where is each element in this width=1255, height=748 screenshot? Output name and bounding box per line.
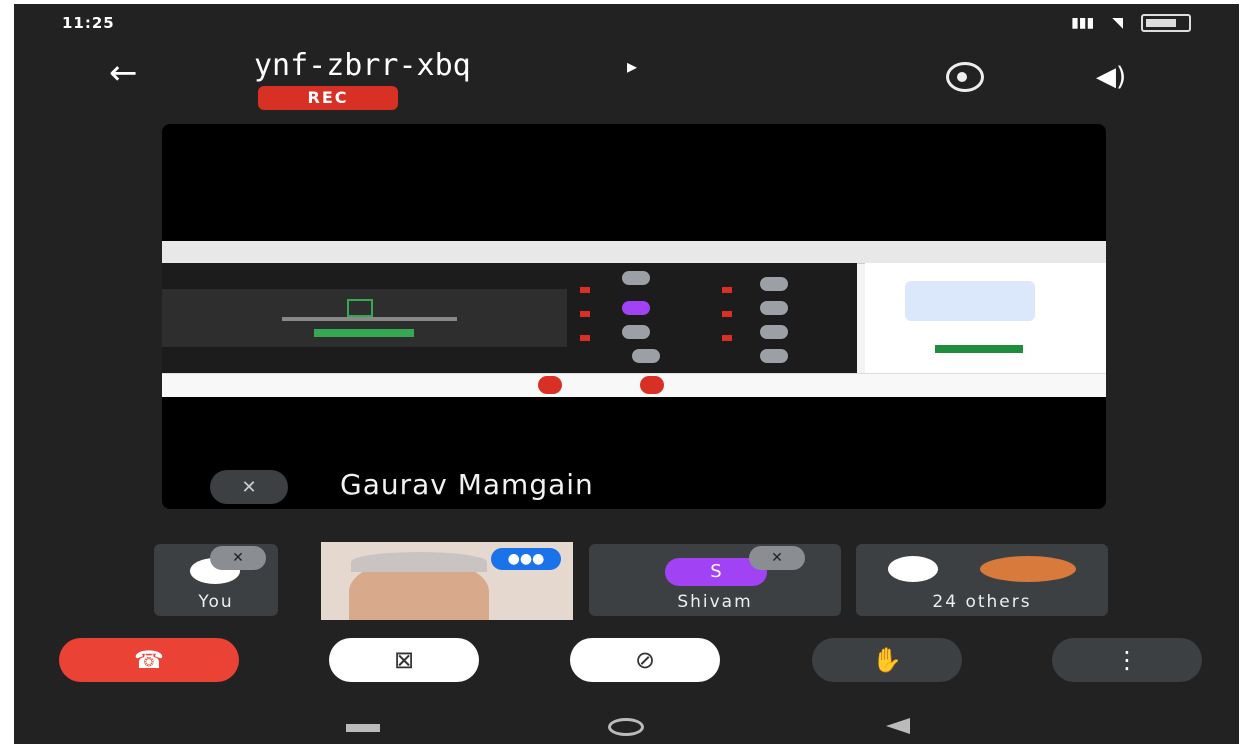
present-icon xyxy=(347,299,373,317)
shared-participant-avatar xyxy=(632,349,660,363)
frame: 11:25 ▮▮▮ ◥ ← ynf-zbrr-xbq ▸ REC ◀) ✕ Ga… xyxy=(0,0,1255,748)
mic-off-icon: ✕ xyxy=(210,546,266,570)
shared-present-panel xyxy=(162,289,567,347)
participant-label: 24 others xyxy=(932,592,1032,612)
mic-off-icon: ✕ xyxy=(749,546,805,570)
shared-mute-dot xyxy=(722,335,732,341)
avatar xyxy=(980,556,1076,582)
caret-right-icon[interactable]: ▸ xyxy=(627,54,637,78)
shared-end-call-dot xyxy=(640,376,664,394)
mic-off-icon: ⊘ xyxy=(634,646,656,674)
shared-participant-avatar xyxy=(622,271,650,285)
participant-hair xyxy=(351,552,487,572)
participant-label: Shivam xyxy=(677,592,753,612)
shared-mute-dot xyxy=(580,287,590,293)
avatar xyxy=(888,556,938,582)
end-call-icon: ☎ xyxy=(134,646,164,674)
speaker-icon[interactable]: ◀) xyxy=(1096,62,1126,92)
shared-meet-window xyxy=(162,263,857,373)
presenter-name: Gaurav Mamgain xyxy=(340,468,594,501)
participant-tile-you[interactable]: ✕ You xyxy=(154,544,278,616)
shared-participant-avatar xyxy=(760,277,788,291)
shared-end-call-dot xyxy=(538,376,562,394)
switch-camera-icon[interactable] xyxy=(946,62,984,92)
raise-hand-button[interactable]: ✋ xyxy=(812,638,962,682)
shared-illustration xyxy=(905,281,1035,321)
status-icons: ▮▮▮ ◥ xyxy=(1071,14,1191,32)
shared-participant-avatar xyxy=(760,325,788,339)
nav-back-icon[interactable] xyxy=(886,718,910,734)
wifi-icon: ◥ xyxy=(1112,15,1123,31)
camera-off-icon: ⊠ xyxy=(393,646,415,674)
mic-toggle-button[interactable]: ⊘ xyxy=(570,638,720,682)
shared-present-text xyxy=(282,317,457,321)
speaking-indicator-icon: ●●● xyxy=(491,548,561,570)
participant-label: You xyxy=(198,592,234,612)
rec-badge: REC xyxy=(258,86,398,110)
shared-side-button xyxy=(935,345,1023,353)
nav-home-icon[interactable] xyxy=(608,718,644,736)
shared-mute-dot xyxy=(580,311,590,317)
end-call-button[interactable]: ☎ xyxy=(59,638,239,682)
presentation-tile[interactable]: ✕ Gaurav Mamgain xyxy=(162,124,1106,509)
shared-taskbar xyxy=(162,373,1106,397)
shared-side-panel xyxy=(865,263,1106,373)
participant-tile-shivam[interactable]: S ✕ Shivam xyxy=(589,544,841,616)
shared-participant-avatar xyxy=(760,349,788,363)
raise-hand-icon: ✋ xyxy=(872,646,902,674)
camera-toggle-button[interactable]: ⊠ xyxy=(329,638,479,682)
back-arrow-icon[interactable]: ← xyxy=(109,56,138,90)
shared-mute-dot xyxy=(580,335,590,341)
shared-screen xyxy=(162,241,1106,397)
meeting-code[interactable]: ynf-zbrr-xbq xyxy=(254,48,471,83)
signal-icon: ▮▮▮ xyxy=(1071,15,1095,31)
shared-mute-dot xyxy=(722,287,732,293)
more-options-button[interactable]: ⋮ xyxy=(1052,638,1202,682)
more-vert-icon: ⋮ xyxy=(1115,646,1139,674)
shared-participant-avatar xyxy=(622,301,650,315)
phone-screen: 11:25 ▮▮▮ ◥ ← ynf-zbrr-xbq ▸ REC ◀) ✕ Ga… xyxy=(14,4,1239,744)
mic-off-icon: ✕ xyxy=(210,470,288,504)
shared-mute-dot xyxy=(722,311,732,317)
shared-participant-avatar xyxy=(622,325,650,339)
participant-tile-others[interactable]: 24 others xyxy=(856,544,1108,616)
nav-recents-icon[interactable] xyxy=(346,724,380,732)
status-time: 11:25 xyxy=(62,14,115,32)
shared-present-button xyxy=(314,329,414,337)
shared-browser-bar xyxy=(162,241,1106,264)
battery-icon xyxy=(1141,14,1191,32)
shared-participant-avatar xyxy=(760,301,788,315)
participant-video-tile[interactable]: ●●● xyxy=(321,542,573,620)
